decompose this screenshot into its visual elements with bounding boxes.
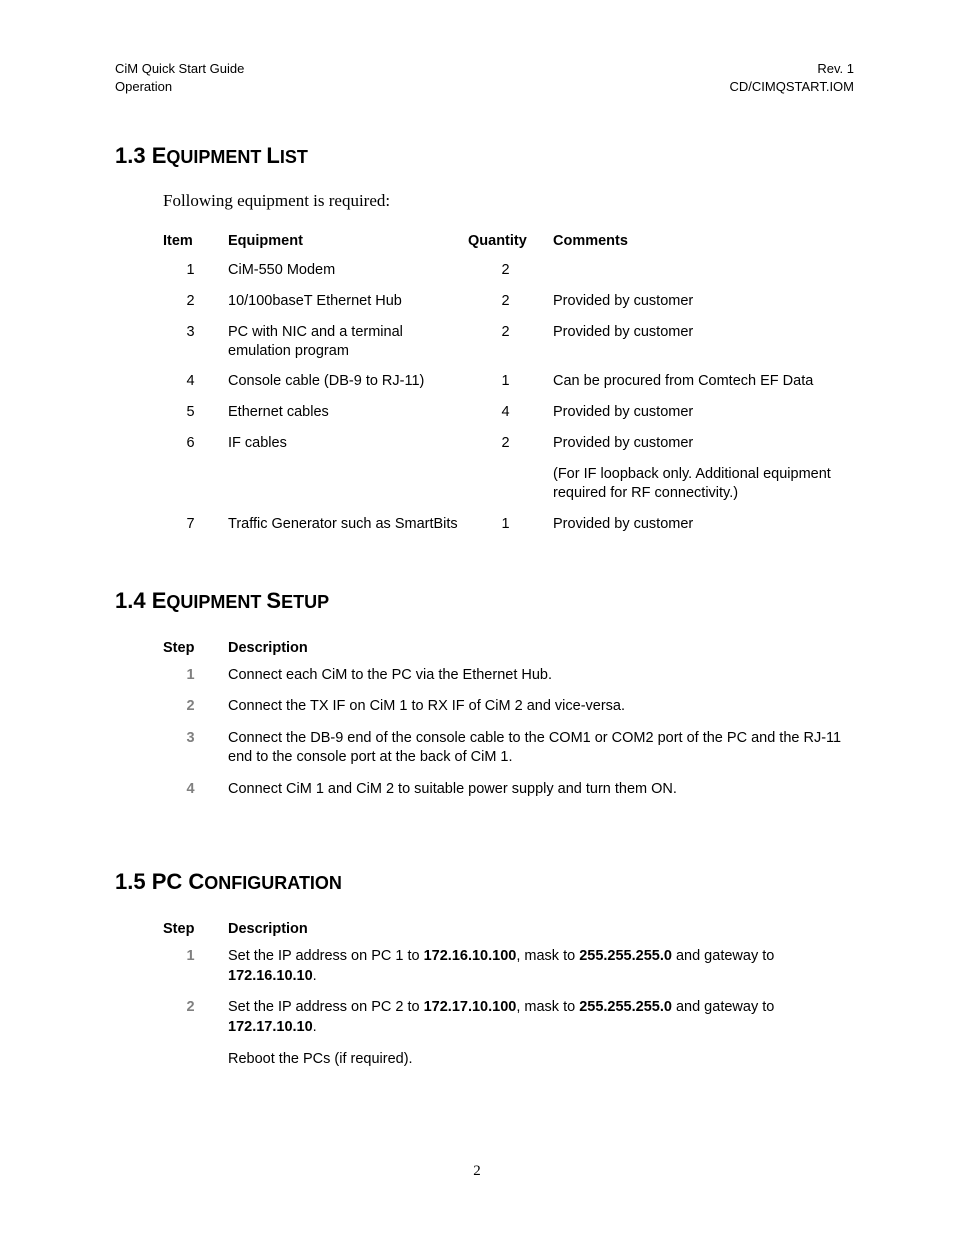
cell-step: 2 [163, 693, 228, 725]
cell-equipment: 10/100baseT Ethernet Hub [228, 288, 468, 319]
cell-quantity: 2 [468, 288, 553, 319]
cell-quantity: 4 [468, 399, 553, 430]
cell-comments: Provided by customer [553, 319, 863, 369]
col-step: Step [163, 636, 228, 662]
setup-steps-table: Step Description 1Connect each CiM to th… [163, 636, 863, 808]
cell-equipment [228, 461, 468, 511]
cell-description: Connect the DB-9 end of the console cabl… [228, 725, 863, 776]
cell-comments: Provided by customer [553, 430, 863, 461]
cell-equipment: Ethernet cables [228, 399, 468, 430]
col-description: Description [228, 636, 863, 662]
col-quantity: Quantity [468, 229, 553, 257]
cell-quantity [468, 461, 553, 511]
cell-equipment: PC with NIC and a terminal emulation pro… [228, 319, 468, 369]
page-number: 2 [0, 1163, 954, 1180]
section-1-4-heading: 1.4 EQUIPMENT SETUP [115, 588, 854, 614]
table-row: 3Connect the DB-9 end of the console cab… [163, 725, 863, 776]
table-row: (For IF loopback only. Additional equipm… [163, 461, 863, 511]
pc-config-table: Step Description 1Set the IP address on … [163, 917, 863, 1077]
cell-step: 1 [163, 662, 228, 694]
cell-equipment: Console cable (DB-9 to RJ-11) [228, 368, 468, 399]
table-row: 1CiM-550 Modem2 [163, 257, 863, 288]
cell-comments [553, 257, 863, 288]
equipment-table: Item Equipment Quantity Comments 1CiM-55… [163, 229, 863, 541]
col-equipment: Equipment [228, 229, 468, 257]
cell-equipment: Traffic Generator such as SmartBits [228, 511, 468, 542]
table-row: 4Connect CiM 1 and CiM 2 to suitable pow… [163, 776, 863, 808]
table-row: 7Traffic Generator such as SmartBits1Pro… [163, 511, 863, 542]
table-row: 210/100baseT Ethernet Hub2Provided by cu… [163, 288, 863, 319]
table-row: 1Set the IP address on PC 1 to 172.16.10… [163, 943, 863, 994]
table-row: Reboot the PCs (if required). [163, 1046, 863, 1078]
col-comments: Comments [553, 229, 863, 257]
cell-step: 1 [163, 943, 228, 994]
cell-quantity: 2 [468, 430, 553, 461]
table-row: 2Set the IP address on PC 2 to 172.17.10… [163, 994, 863, 1045]
cell-quantity: 1 [468, 368, 553, 399]
col-step: Step [163, 917, 228, 943]
cell-comments: Provided by customer [553, 511, 863, 542]
cell-quantity: 1 [468, 511, 553, 542]
section-1-3-intro: Following equipment is required: [163, 191, 854, 211]
cell-description: Connect each CiM to the PC via the Ether… [228, 662, 863, 694]
cell-equipment: IF cables [228, 430, 468, 461]
cell-comments: Can be procured from Comtech EF Data [553, 368, 863, 399]
header-right: Rev. 1CD/CIMQSTART.IOM [730, 60, 854, 95]
cell-item [163, 461, 228, 511]
header-left: CiM Quick Start GuideOperation [115, 60, 244, 95]
cell-item: 3 [163, 319, 228, 369]
cell-description: Connect CiM 1 and CiM 2 to suitable powe… [228, 776, 863, 808]
table-row: 2Connect the TX IF on CiM 1 to RX IF of … [163, 693, 863, 725]
cell-step: 3 [163, 725, 228, 776]
table-row: 6IF cables2Provided by customer [163, 430, 863, 461]
page-header: CiM Quick Start GuideOperation Rev. 1CD/… [115, 60, 854, 95]
section-1-3-heading: 1.3 EQUIPMENT LIST [115, 143, 854, 169]
cell-comments: Provided by customer [553, 399, 863, 430]
cell-quantity: 2 [468, 257, 553, 288]
cell-item: 7 [163, 511, 228, 542]
cell-comments: Provided by customer [553, 288, 863, 319]
cell-step: 4 [163, 776, 228, 808]
table-row: 5Ethernet cables4Provided by customer [163, 399, 863, 430]
cell-item: 1 [163, 257, 228, 288]
cell-description: Set the IP address on PC 1 to 172.16.10.… [228, 943, 863, 994]
cell-item: 5 [163, 399, 228, 430]
section-1-5-heading: 1.5 PC CONFIGURATION [115, 869, 854, 895]
table-row: 1Connect each CiM to the PC via the Ethe… [163, 662, 863, 694]
cell-equipment: CiM-550 Modem [228, 257, 468, 288]
cell-quantity: 2 [468, 319, 553, 369]
cell-comments: (For IF loopback only. Additional equipm… [553, 461, 863, 511]
cell-item: 6 [163, 430, 228, 461]
cell-item: 4 [163, 368, 228, 399]
col-description: Description [228, 917, 863, 943]
table-row: 3PC with NIC and a terminal emulation pr… [163, 319, 863, 369]
col-item: Item [163, 229, 228, 257]
table-row: 4Console cable (DB-9 to RJ-11)1Can be pr… [163, 368, 863, 399]
cell-description: Reboot the PCs (if required). [228, 1046, 863, 1078]
cell-step: 2 [163, 994, 228, 1045]
cell-description: Set the IP address on PC 2 to 172.17.10.… [228, 994, 863, 1045]
cell-description: Connect the TX IF on CiM 1 to RX IF of C… [228, 693, 863, 725]
cell-item: 2 [163, 288, 228, 319]
